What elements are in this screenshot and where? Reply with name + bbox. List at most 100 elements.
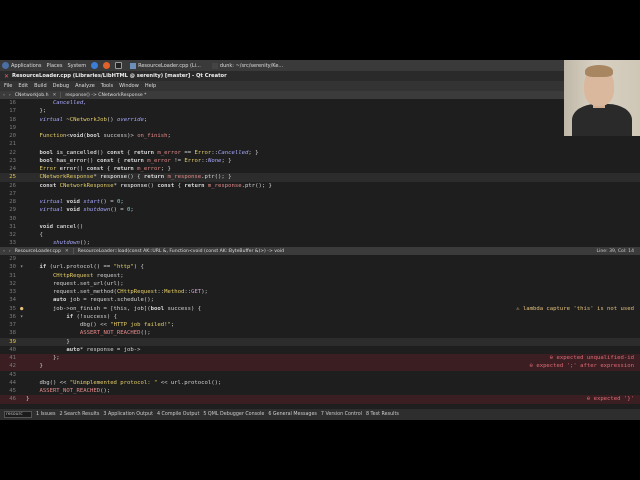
- menu-help[interactable]: Help: [145, 83, 156, 89]
- system-menu[interactable]: System: [67, 63, 86, 69]
- code-token: CNetworkResponse: [56, 182, 114, 189]
- code-line[interactable]: 45 ASSERT_NOT_REACHED();: [0, 387, 640, 395]
- code-line[interactable]: 26 const CNetworkResponse* response() co…: [0, 182, 640, 190]
- code-line[interactable]: 32 {: [0, 231, 640, 239]
- code-line[interactable]: 25 CNetworkResponse* response() { return…: [0, 173, 640, 182]
- tab-compile-output[interactable]: 4 Compile Output: [157, 412, 199, 417]
- code-line[interactable]: 40 auto* response = job->: [0, 346, 640, 354]
- code-line[interactable]: 35 ● job->on_finish = [this, job](bool su…: [0, 305, 640, 313]
- top-code-editor[interactable]: 16 Cancelled, 17 }; 18 virtual ~CNetworkJo…: [0, 99, 640, 247]
- menu-window[interactable]: Window: [119, 83, 139, 89]
- window-close-icon[interactable]: ✕: [4, 73, 9, 80]
- line-number: 42: [9, 363, 16, 370]
- code-token: ASSERT_NOT_REACHED: [26, 388, 101, 394]
- code-token: "HTTP job failed!": [110, 322, 171, 328]
- code-line[interactable]: 33 request.set_method(CHttpRequest::Meth…: [0, 288, 640, 296]
- menu-file[interactable]: File: [4, 83, 12, 89]
- code-line[interactable]: 17 };: [0, 107, 640, 115]
- code-token: start: [79, 199, 101, 205]
- tab-general-messages[interactable]: 6 General Messages: [268, 412, 317, 417]
- code-line[interactable]: 22 bool is_cancelled() const { return m_…: [0, 149, 640, 157]
- firefox-launcher-icon[interactable]: [103, 62, 111, 69]
- window-title-bar[interactable]: ✕ ResourceLoader.cpp (Libraries/LibHTML …: [0, 71, 640, 81]
- code-line[interactable]: 29 virtual void shutdown() = 0;: [0, 206, 640, 214]
- code-token: request;: [93, 272, 124, 279]
- code-token: const: [157, 182, 175, 189]
- line-number: 32: [9, 232, 16, 238]
- code-token: (): [96, 149, 107, 156]
- nav-forward-icon[interactable]: ›: [9, 93, 11, 98]
- code-line[interactable]: 16 Cancelled,: [0, 99, 640, 107]
- terminal-launcher-icon[interactable]: [115, 62, 123, 69]
- code-token: has_error: [52, 157, 87, 164]
- menu-debug[interactable]: Debug: [53, 83, 69, 89]
- bottom-code-editor[interactable]: 29 30 ▾ if (url.protocol() == "http") {31 …: [0, 255, 640, 409]
- code-line[interactable]: 42 } ⊖ expected ';' after expression: [0, 362, 640, 371]
- warning-annotation[interactable]: ⚠ lambda capture 'this' is not used: [516, 305, 634, 313]
- applications-menu[interactable]: Applications: [2, 62, 42, 69]
- tab-application-output[interactable]: 3 Application Output: [103, 412, 153, 417]
- code-line[interactable]: 41 }; ⊖ expected unqualified-id: [0, 354, 640, 363]
- code-token: Function: [26, 133, 67, 139]
- nav-forward-icon[interactable]: ›: [9, 249, 11, 254]
- menu-build[interactable]: Build: [34, 83, 47, 89]
- code-token: ASSERT_NOT_REACHED: [26, 330, 141, 337]
- file-close-icon[interactable]: ✕: [65, 249, 69, 254]
- code-line[interactable]: 27: [0, 190, 640, 198]
- code-token: return: [123, 157, 144, 164]
- code-line[interactable]: 23 bool has_error() const { return m_err…: [0, 157, 640, 165]
- menu-tools[interactable]: Tools: [101, 83, 113, 89]
- nav-back-icon[interactable]: ‹: [3, 249, 5, 254]
- tab-version-control[interactable]: 7 Version Control: [321, 412, 362, 417]
- code-line[interactable]: 32 request.set_url(url);: [0, 280, 640, 288]
- code-line[interactable]: 33 shutdown();: [0, 239, 640, 247]
- taskbar-item-qtcreator[interactable]: ResourceLoader.cpp (Li...: [127, 62, 204, 69]
- symbol-selector[interactable]: ResourceLoader::load(const AK::URL &, Fu…: [78, 249, 284, 254]
- code-line[interactable]: 18 virtual ~CNetworkJob() override;: [0, 116, 640, 124]
- code-line[interactable]: 19: [0, 124, 640, 132]
- tab-issues[interactable]: 1 Issues: [36, 412, 55, 417]
- code-token: const: [96, 157, 114, 164]
- nav-back-icon[interactable]: ‹: [3, 93, 5, 98]
- places-menu[interactable]: Places: [47, 63, 63, 69]
- output-filter-input[interactable]: resourc: [4, 411, 32, 418]
- error-annotation[interactable]: ⊖ expected ';' after expression: [530, 362, 634, 370]
- code-line[interactable]: 34 auto job = request.schedule();: [0, 296, 640, 304]
- code-line[interactable]: 36 ▾ if (!success) {: [0, 313, 640, 321]
- tab-search-results[interactable]: 2 Search Results: [59, 412, 99, 417]
- tab-test-results[interactable]: 8 Test Results: [366, 412, 399, 417]
- code-line[interactable]: 43: [0, 371, 640, 379]
- error-annotation[interactable]: ⊖ expected unqualified-id: [550, 354, 634, 362]
- symbol-selector[interactable]: response() -> CNetworkResponse *: [65, 93, 146, 98]
- line-number: 22: [9, 149, 16, 156]
- code-line[interactable]: 39 }: [0, 337, 640, 346]
- menu-analyze[interactable]: Analyze: [75, 83, 95, 89]
- code-line[interactable]: 21: [0, 140, 640, 148]
- error-annotation[interactable]: ⊖ expected '}': [587, 395, 634, 403]
- file-close-icon[interactable]: ✕: [53, 93, 57, 98]
- file-selector[interactable]: CNetworkJob.h: [15, 93, 49, 98]
- code-line[interactable]: 28 virtual void start() = 0;: [0, 198, 640, 206]
- code-line[interactable]: 38 ASSERT_NOT_REACHED();: [0, 329, 640, 337]
- code-token: ();: [140, 330, 151, 337]
- code-line[interactable]: 31 CHttpRequest request;: [0, 272, 640, 280]
- code-line[interactable]: 30: [0, 215, 640, 223]
- browser-launcher-icon[interactable]: [91, 62, 99, 69]
- code-line[interactable]: 37 dbg() << "HTTP job failed!";: [0, 321, 640, 329]
- taskbar-item-terminal[interactable]: dunk: ~/src/serenity/Ke...: [209, 62, 286, 69]
- code-line[interactable]: 44 dbg() << "Unimplemented protocol: " <…: [0, 379, 640, 387]
- terminal-task-icon: [211, 62, 218, 69]
- code-line[interactable]: 20 Function<void(bool success)> on_finis…: [0, 132, 640, 140]
- tab-qml-debugger-console[interactable]: 5 QML Debugger Console: [203, 412, 264, 417]
- file-selector[interactable]: ResourceLoader.cpp: [15, 249, 61, 254]
- code-token: (): [147, 182, 158, 189]
- code-line[interactable]: 31 void cancel(): [0, 223, 640, 231]
- code-line[interactable]: 24 Error error() const { return m_error;…: [0, 165, 640, 173]
- line-number: 21: [9, 141, 16, 148]
- code-line[interactable]: 46} ⊖ expected '}': [0, 395, 640, 404]
- code-line[interactable]: 30 ▾ if (url.protocol() == "http") {: [0, 263, 640, 271]
- menu-edit[interactable]: Edit: [18, 83, 28, 89]
- code-token: CHttpRequest: [26, 272, 94, 279]
- line-number: 18: [9, 116, 16, 123]
- code-line[interactable]: 29: [0, 255, 640, 263]
